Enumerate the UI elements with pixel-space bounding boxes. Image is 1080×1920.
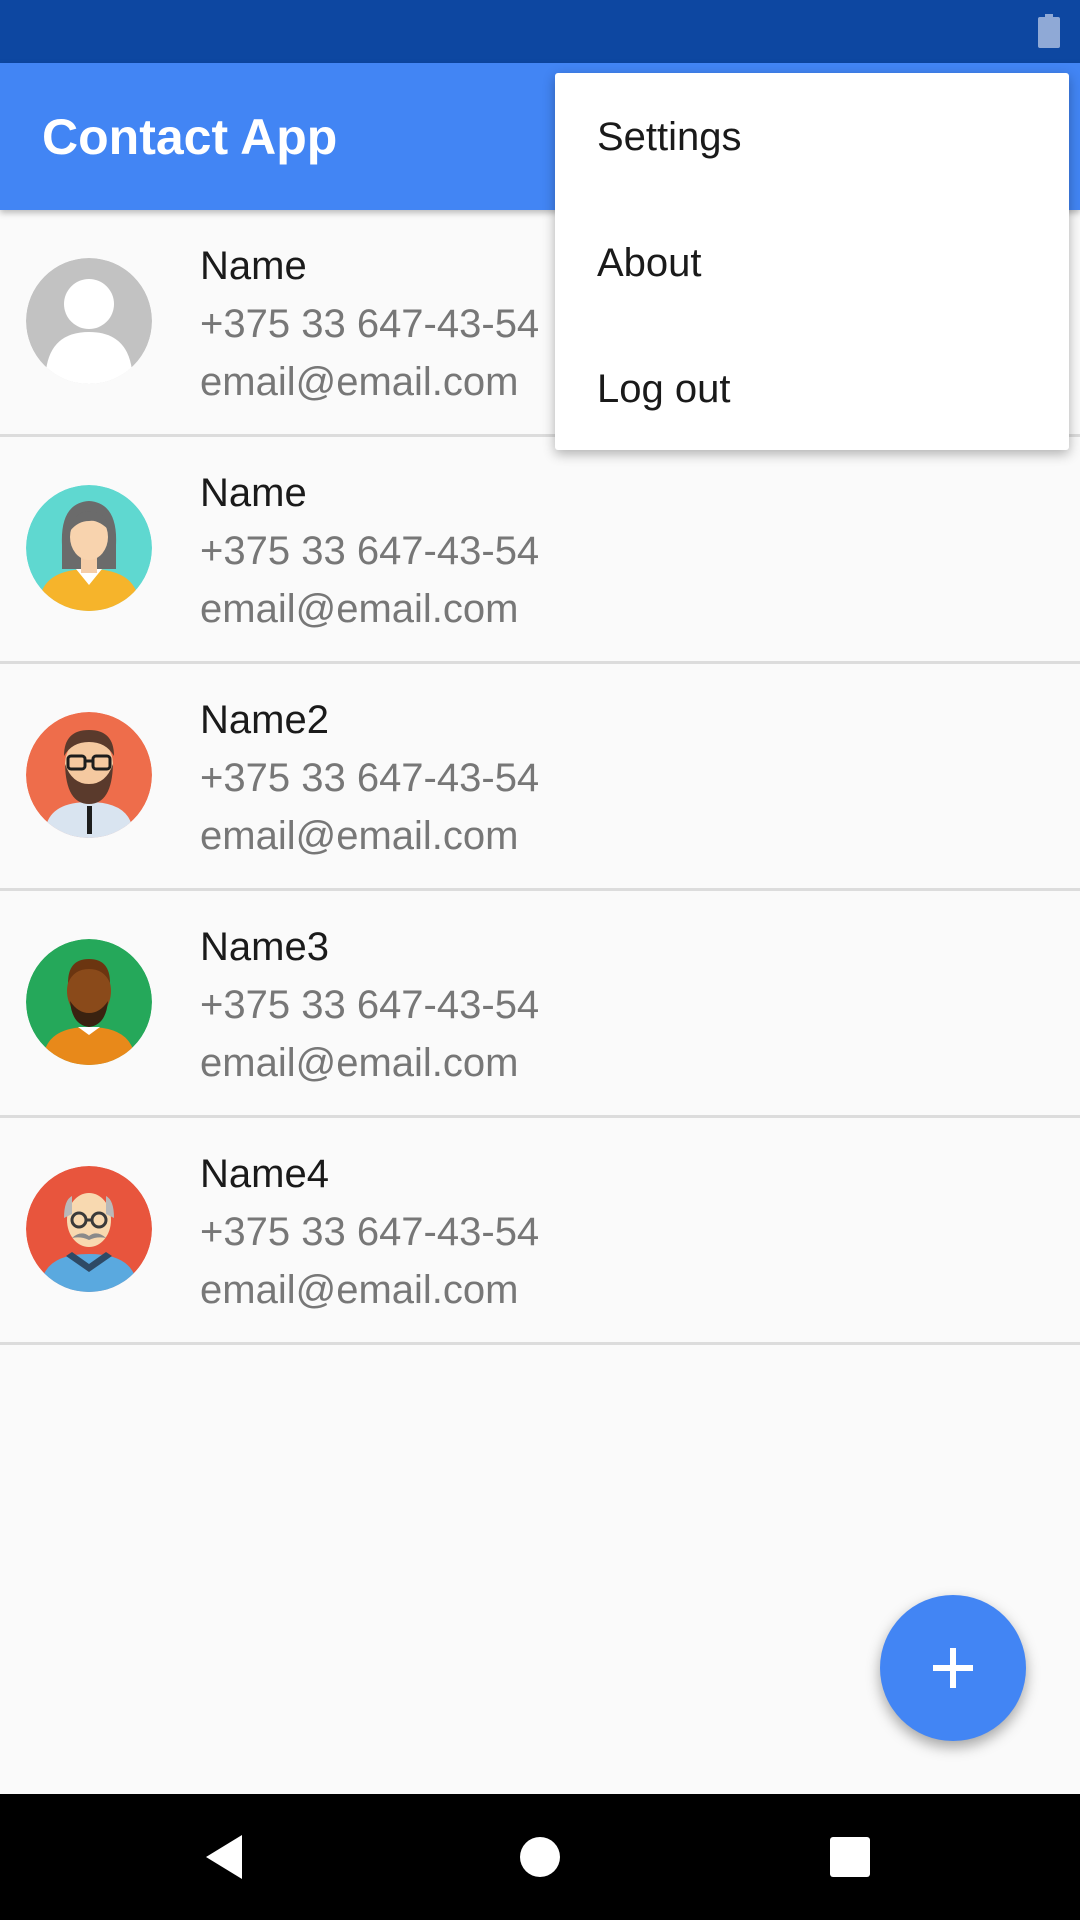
contact-row[interactable]: Name3 +375 33 647-43-54 email@email.com: [0, 891, 1080, 1118]
contact-row[interactable]: Name2 +375 33 647-43-54 email@email.com: [0, 664, 1080, 891]
contact-phone: +375 33 647-43-54: [200, 302, 540, 346]
bearded-man-avatar: [26, 939, 152, 1065]
contact-phone: +375 33 647-43-54: [200, 529, 540, 573]
contact-email: email@email.com: [200, 1041, 519, 1085]
contact-name: Name: [200, 471, 307, 515]
contact-name: Name4: [200, 1152, 329, 1196]
back-icon[interactable]: [198, 1829, 254, 1885]
app-title: Contact App: [42, 109, 338, 165]
menu-item-label: Settings: [597, 115, 742, 159]
status-bar: [0, 0, 1080, 63]
bearded-man-glasses-avatar: [26, 712, 152, 838]
contact-name: Name2: [200, 698, 329, 742]
contact-name: Name: [200, 244, 307, 288]
contact-phone: +375 33 647-43-54: [200, 756, 540, 800]
contact-name: Name3: [200, 925, 329, 969]
woman-avatar: [26, 485, 152, 611]
contact-email: email@email.com: [200, 587, 519, 631]
contact-email: email@email.com: [200, 1268, 519, 1312]
old-man-mustache-avatar: [26, 1166, 152, 1292]
menu-item-settings[interactable]: Settings: [555, 73, 1069, 199]
recents-icon[interactable]: [822, 1829, 878, 1885]
contact-email: email@email.com: [200, 814, 519, 858]
contact-row[interactable]: Name +375 33 647-43-54 email@email.com: [0, 437, 1080, 664]
contact-phone: +375 33 647-43-54: [200, 983, 540, 1027]
contact-email: email@email.com: [200, 360, 519, 404]
plus-icon: [933, 1648, 973, 1688]
home-icon[interactable]: [512, 1829, 568, 1885]
add-contact-button[interactable]: [880, 1595, 1026, 1741]
menu-item-about[interactable]: About: [555, 199, 1069, 325]
contact-phone: +375 33 647-43-54: [200, 1210, 540, 1254]
default-person-avatar: [26, 258, 152, 384]
menu-item-label: About: [597, 241, 702, 285]
contact-row[interactable]: Name4 +375 33 647-43-54 email@email.com: [0, 1118, 1080, 1345]
overflow-menu: Settings About Log out: [555, 73, 1069, 450]
battery-icon: [1038, 14, 1060, 48]
menu-item-log-out[interactable]: Log out: [555, 325, 1069, 451]
navigation-bar: [0, 1794, 1080, 1920]
menu-item-label: Log out: [597, 367, 731, 411]
